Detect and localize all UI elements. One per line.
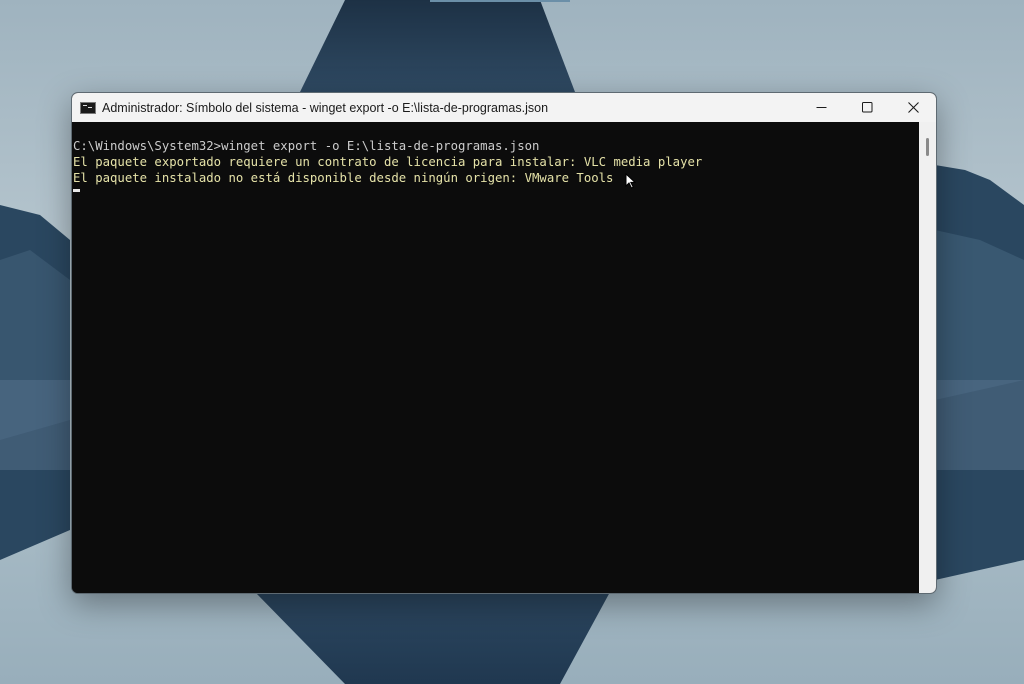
console-output[interactable]: C:\Windows\System32>winget export -o E:\… xyxy=(72,122,919,593)
caption-buttons xyxy=(798,93,936,122)
command-prompt-window[interactable]: Administrador: Símbolo del sistema - win… xyxy=(71,92,937,594)
close-icon xyxy=(907,102,919,113)
scrollbar-thumb[interactable] xyxy=(926,138,929,156)
console-warning-line: El paquete instalado no está disponible … xyxy=(73,171,614,185)
window-title: Administrador: Símbolo del sistema - win… xyxy=(102,100,549,115)
cmd-icon xyxy=(80,101,96,114)
console-command-line: C:\Windows\System32>winget export -o E:\… xyxy=(73,139,540,153)
console-warning-line: El paquete exportado requiere un contrat… xyxy=(73,155,703,169)
maximize-icon xyxy=(861,102,872,113)
close-button[interactable] xyxy=(890,93,936,122)
minimize-button[interactable] xyxy=(798,93,844,122)
window-titlebar[interactable]: Administrador: Símbolo del sistema - win… xyxy=(72,93,936,122)
mouse-pointer-icon xyxy=(625,173,636,189)
minimize-icon xyxy=(816,107,826,108)
vertical-scrollbar[interactable] xyxy=(919,122,936,593)
text-cursor xyxy=(73,189,80,192)
maximize-button[interactable] xyxy=(844,93,890,122)
